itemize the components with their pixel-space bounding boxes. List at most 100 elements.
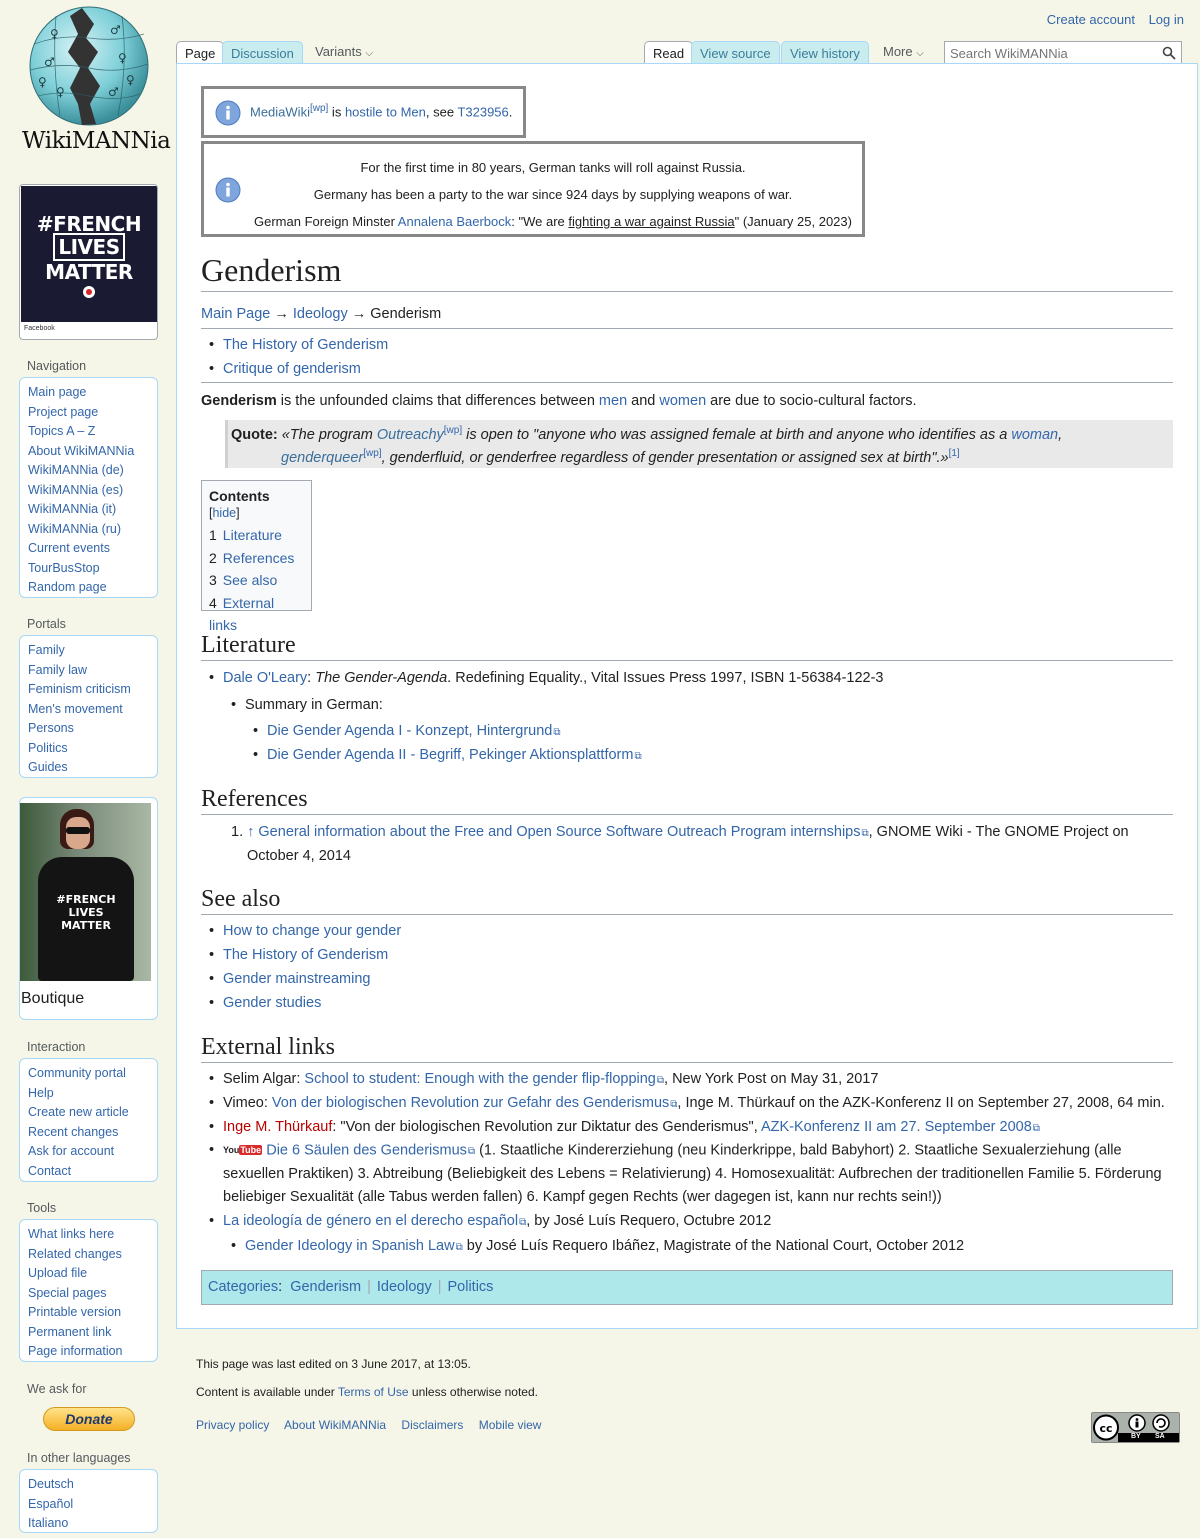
sidebar-item-politics[interactable]: Politics [20, 739, 157, 759]
category-genderism[interactable]: Genderism [290, 1279, 361, 1295]
gnome-outreach-link[interactable]: General information about the Free and O… [258, 824, 860, 840]
hostile-link[interactable]: hostile to Men [345, 104, 426, 119]
related-history-link[interactable]: The History of Genderism [223, 337, 388, 353]
fighting-war-link[interactable]: fighting a war against Russia [568, 214, 734, 229]
outreachy-link[interactable]: Outreachy [377, 427, 444, 443]
tab-view-history[interactable]: View history [781, 41, 869, 64]
toc-link[interactable]: Literature [223, 527, 282, 543]
sidebar-item-ask-account[interactable]: Ask for account [20, 1142, 157, 1162]
search-icon[interactable] [1162, 46, 1176, 60]
missing-page-link[interactable]: Inge M. Thürkauf [223, 1119, 332, 1135]
sidebar-item-guides[interactable]: Guides [20, 758, 157, 778]
sidebar-item-family-law[interactable]: Family law [20, 661, 157, 681]
sidebar-item-feminism-criticism[interactable]: Feminism criticism [20, 680, 157, 700]
breadcrumb-ideology[interactable]: Ideology [293, 306, 348, 322]
gender-agenda-2-link[interactable]: Die Gender Agenda II - Begriff, Pekinger… [267, 747, 633, 763]
cc-by-sa-icon[interactable]: cc BY SA [1091, 1412, 1180, 1443]
related-critique-link[interactable]: Critique of genderism [223, 361, 361, 377]
sidebar-item-what-links-here[interactable]: What links here [20, 1225, 157, 1245]
category-politics[interactable]: Politics [448, 1279, 494, 1295]
sidebar-item-mens-movement[interactable]: Men's movement [20, 700, 157, 720]
sidebar-item-persons[interactable]: Persons [20, 719, 157, 739]
wp-sup-link[interactable]: [wp] [444, 425, 462, 436]
toc-item[interactable]: 2 References [209, 547, 304, 570]
sidebar-item-permanent-link[interactable]: Permanent link [20, 1323, 157, 1343]
tab-view-source[interactable]: View source [691, 41, 780, 64]
men-link[interactable]: men [599, 393, 627, 409]
mediawiki-link[interactable]: MediaWiki [250, 104, 310, 119]
more-dropdown[interactable]: More ⌵ [883, 44, 924, 59]
search-input[interactable] [945, 42, 1160, 65]
sidebar-item-recent-changes[interactable]: Recent changes [20, 1123, 157, 1143]
category-ideology[interactable]: Ideology [377, 1279, 432, 1295]
see-also-link[interactable]: How to change your gender [223, 923, 401, 939]
login-link[interactable]: Log in [1149, 12, 1184, 27]
external-link[interactable]: AZK-Konferenz II am 27. September 2008 [761, 1119, 1032, 1135]
tab-discussion[interactable]: Discussion [222, 41, 303, 64]
sidebar-item-project-page[interactable]: Project page [20, 403, 157, 423]
mobile-view-link[interactable]: Mobile view [479, 1418, 542, 1432]
t323956-link[interactable]: T323956 [457, 104, 508, 119]
backlink-arrow[interactable]: ↑ [247, 824, 254, 840]
sidebar-item-it[interactable]: WikiMANNia (it) [20, 500, 157, 520]
breadcrumb-main-page[interactable]: Main Page [201, 306, 270, 322]
gender-agenda-1-link[interactable]: Die Gender Agenda I - Konzept, Hintergru… [267, 723, 552, 739]
toc-item[interactable]: 4 External links [209, 592, 304, 634]
sidebar-item-about[interactable]: About WikiMANNia [20, 442, 157, 462]
author-link[interactable]: Dale O'Leary [223, 670, 307, 686]
see-also-link[interactable]: Gender studies [223, 995, 321, 1011]
see-also-link[interactable]: The History of Genderism [223, 947, 388, 963]
sidebar-item-page-info[interactable]: Page information [20, 1342, 157, 1362]
toc-link[interactable]: References [223, 550, 295, 566]
sidebar-item-related-changes[interactable]: Related changes [20, 1245, 157, 1265]
wp-sup-link[interactable]: [wp] [363, 448, 381, 459]
sidebar-item-community-portal[interactable]: Community portal [20, 1064, 157, 1084]
sidebar-item-topics[interactable]: Topics A – Z [20, 422, 157, 442]
external-link[interactable]: Von der biologischen Revolution zur Gefa… [272, 1095, 669, 1111]
sidebar-item-tourbusstop[interactable]: TourBusStop [20, 559, 157, 579]
sidebar-item-lang-it[interactable]: Italiano [20, 1514, 157, 1534]
sidebar-item-contact[interactable]: Contact [20, 1162, 157, 1182]
site-logo[interactable]: ♀ ♂ ♂ ♀ ♀ ♂ ♀ ♀ WikiMANNia [22, 4, 171, 154]
tab-page[interactable]: Page [176, 41, 225, 64]
external-link[interactable]: La ideología de género en el derecho esp… [223, 1213, 518, 1229]
sidebar-item-current-events[interactable]: Current events [20, 539, 157, 559]
variants-dropdown[interactable]: Variants ⌵ [315, 44, 373, 59]
woman-link[interactable]: woman [1011, 427, 1058, 443]
sidebar-item-create-article[interactable]: Create new article [20, 1103, 157, 1123]
genderqueer-link[interactable]: genderqueer [281, 450, 363, 466]
donate-button[interactable]: Donate [43, 1407, 135, 1431]
baerbock-link[interactable]: Annalena Baerbock [398, 214, 511, 229]
sidebar-item-family[interactable]: Family [20, 641, 157, 661]
external-link[interactable]: Gender Ideology in Spanish Law [245, 1238, 455, 1254]
sidebar-item-lang-de[interactable]: Deutsch [20, 1475, 157, 1495]
toc-item[interactable]: 1 Literature [209, 524, 304, 547]
boutique-box[interactable]: #FRENCH LIVES MATTER Boutique [19, 797, 158, 1020]
see-also-link[interactable]: Gender mainstreaming [223, 971, 371, 987]
tab-read[interactable]: Read [644, 41, 694, 64]
external-link[interactable]: School to student: Enough with the gende… [304, 1071, 655, 1087]
external-link[interactable]: Die 6 Säulen des Genderismus [266, 1142, 467, 1158]
terms-of-use-link[interactable]: Terms of Use [338, 1385, 409, 1399]
privacy-policy-link[interactable]: Privacy policy [196, 1418, 269, 1432]
toc-link[interactable]: See also [223, 572, 277, 588]
sidebar-item-main-page[interactable]: Main page [20, 383, 157, 403]
sidebar-item-es[interactable]: WikiMANNia (es) [20, 481, 157, 501]
toc-item[interactable]: 3 See also [209, 569, 304, 592]
disclaimers-link[interactable]: Disclaimers [401, 1418, 463, 1432]
sidebar-item-ru[interactable]: WikiMANNia (ru) [20, 520, 157, 540]
create-account-link[interactable]: Create account [1047, 12, 1135, 27]
categories-link[interactable]: Categories [208, 1279, 278, 1295]
sidebar-item-lang-es[interactable]: Español [20, 1495, 157, 1515]
sidebar-item-random-page[interactable]: Random page [20, 578, 157, 598]
sidebar-item-printable[interactable]: Printable version [20, 1303, 157, 1323]
toc-hide-link[interactable]: hide [212, 506, 236, 520]
about-link[interactable]: About WikiMANNia [284, 1418, 386, 1432]
toc-link[interactable]: External links [209, 595, 274, 634]
sidebar-item-upload-file[interactable]: Upload file [20, 1264, 157, 1284]
french-lives-matter-banner[interactable]: #FRENCH LIVES MATTER Facebook [19, 184, 158, 340]
sidebar-item-de[interactable]: WikiMANNia (de) [20, 461, 157, 481]
ref-1-link[interactable]: [1] [949, 448, 960, 459]
women-link[interactable]: women [659, 393, 706, 409]
wp-sup-link[interactable]: [wp] [310, 103, 328, 114]
